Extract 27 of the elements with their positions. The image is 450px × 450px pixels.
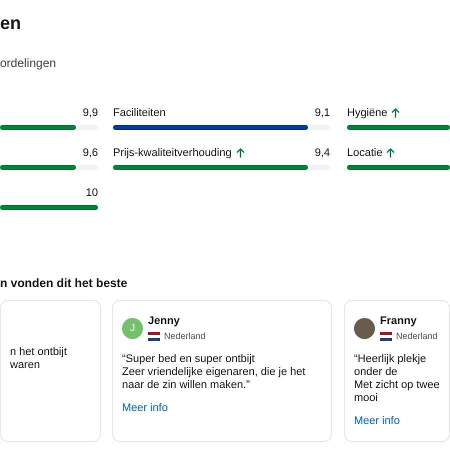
- category-label: Prijs-kwaliteitverhouding: [113, 146, 232, 161]
- section-title: en: [0, 12, 22, 34]
- category-label: Faciliteiten: [113, 106, 166, 121]
- more-info-link[interactable]: Meer info: [354, 413, 400, 430]
- flag-icon: [380, 332, 392, 341]
- review-text: “Heerlijk plekje onder de Met zicht op twee mooi: [354, 353, 440, 405]
- reviewer-name: Franny: [380, 314, 418, 329]
- category-label: Locatie: [347, 146, 382, 161]
- reviews-subtitle: ordelingen: [0, 55, 58, 72]
- score-value: 9,1: [314, 106, 330, 121]
- reviewer-country: Nederland: [396, 330, 438, 342]
- more-info-link[interactable]: Meer info: [122, 400, 168, 416]
- score-value: 9,9: [82, 106, 98, 121]
- up-arrow-icon: [386, 148, 396, 158]
- up-arrow-icon: [236, 148, 245, 158]
- category-label: Hygiëne: [347, 106, 388, 121]
- reviewer-country: Nederland: [164, 330, 206, 342]
- score-value: 9,6: [82, 146, 98, 161]
- reviewer-name: Jenny: [148, 314, 181, 329]
- avatar-photo-placeholder: [354, 318, 375, 338]
- score-value: 10: [86, 186, 98, 201]
- reviews-heading: n vonden dit het beste: [0, 275, 128, 292]
- score-value: 9,4: [314, 146, 330, 161]
- up-arrow-icon: [391, 108, 400, 118]
- review-text: “Super bed en super ontbijt Zeer vriendelijke eigenaren, die je het naar de zin willen maken.”: [122, 353, 306, 392]
- review-text: n het ontbijt waren: [10, 346, 68, 372]
- flag-icon: [148, 332, 160, 341]
